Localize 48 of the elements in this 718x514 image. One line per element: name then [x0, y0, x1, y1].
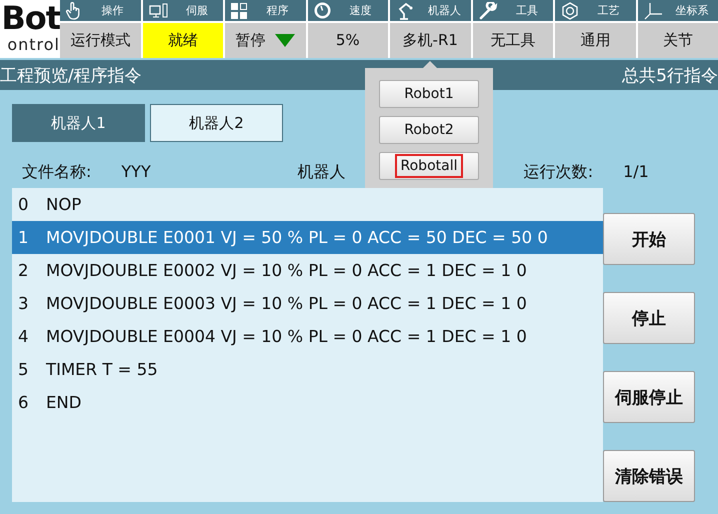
pause-dropdown[interactable]: 暂停	[225, 22, 306, 58]
menu-tab[interactable]: 机器人	[390, 0, 470, 22]
grid-icon	[231, 2, 247, 18]
logo-text: Bot	[1, 0, 60, 36]
menu-tab[interactable]: 程序	[225, 0, 306, 22]
menu-tab[interactable]: 工艺	[555, 0, 636, 22]
program-line[interactable]: 0 NOP	[12, 188, 603, 221]
instruction-count: 总共5行指令	[622, 64, 718, 86]
hexagon-icon	[561, 2, 579, 20]
program-line[interactable]: 2 MOVJDOUBLE E0002 VJ = 10 % PL = 0 ACC = 1 DEC = 1 0	[12, 254, 603, 287]
action-button[interactable]: 清除错误	[603, 450, 695, 502]
program-line[interactable]: 3 MOVJDOUBLE E0003 VJ = 10 % PL = 0 ACC = 1 DEC = 1 0	[12, 287, 603, 320]
status-field: 5%	[308, 22, 388, 58]
action-button[interactable]: 伺服停止	[603, 371, 695, 423]
wrench-icon	[478, 2, 498, 20]
status-field: 通用	[555, 22, 636, 58]
action-button[interactable]: 停止	[603, 292, 695, 344]
caret-icon	[275, 34, 296, 46]
info-label: 运行次数:	[524, 162, 594, 183]
program-line[interactable]: 6 END	[12, 386, 603, 419]
menu-tab[interactable]: 工具	[472, 0, 553, 22]
status-indicator: 就绪	[142, 22, 223, 58]
menu-tab[interactable]: 操作	[60, 0, 140, 22]
info-label: 文件名称:	[22, 162, 92, 183]
robot-option[interactable]: Robot2	[379, 116, 479, 144]
program-line[interactable]: 4 MOVJDOUBLE E0004 VJ = 10 % PL = 0 ACC = 1 DEC = 1 0	[12, 320, 603, 353]
hand-icon	[66, 2, 82, 20]
status-field: 无工具	[472, 22, 553, 58]
page-title: 工程预览/程序指令	[0, 64, 142, 86]
action-button[interactable]: 开始	[603, 213, 695, 265]
axes-icon	[644, 2, 664, 20]
status-field: 关节	[638, 22, 718, 58]
logo-text: ontrol	[7, 36, 60, 54]
info-label: 机器人	[298, 162, 346, 183]
status-field: 多机-R1	[390, 22, 470, 58]
menu-tab[interactable]: 坐标系	[638, 0, 718, 22]
robot-option[interactable]: Robotall	[379, 152, 479, 180]
menu-tab[interactable]: 速度	[308, 0, 388, 22]
program-line[interactable]: 5 TIMER T = 55	[12, 353, 603, 386]
robot-tab[interactable]: 机器人1	[12, 104, 145, 142]
info-value: YYY	[121, 162, 151, 183]
robot-option[interactable]: Robot1	[379, 80, 479, 108]
gauge-icon	[314, 2, 330, 19]
menu-tab[interactable]: 伺服	[142, 0, 223, 22]
robot-tab[interactable]: 机器人2	[150, 104, 283, 142]
monitor-icon	[148, 2, 168, 18]
info-value: 1/1	[623, 162, 649, 183]
status-field: 运行模式	[60, 22, 140, 58]
